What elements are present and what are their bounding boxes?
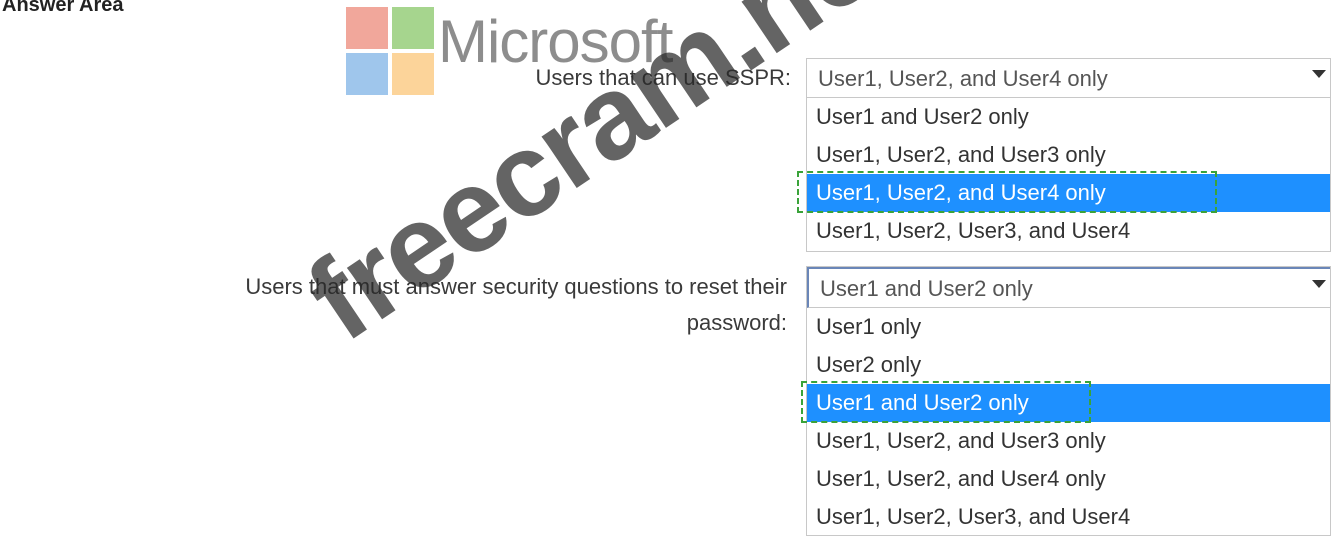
sspr-users-options: User1 and User2 only User1, User2, and U… (797, 98, 1330, 250)
dropdown-option[interactable]: User1, User2, and User4 only (807, 460, 1330, 498)
sspr-users-label: Users that can use SSPR: (535, 65, 791, 90)
security-questions-dropdown[interactable]: User1 and User2 only User1 only User2 on… (801, 266, 1331, 536)
dropdown-option[interactable]: User1, User2, and User3 only (807, 422, 1330, 460)
logo-green-square (392, 7, 434, 49)
dropdown-option[interactable]: User1, User2, User3, and User4 (807, 498, 1330, 536)
dropdown-option-highlighted[interactable]: User1, User2, and User4 only (797, 171, 1330, 213)
security-questions-label: Users that must answer security question… (245, 274, 787, 335)
answer-area-title: Answer Area (2, 0, 124, 16)
security-questions-options: User1 only User2 only User1 and User2 on… (801, 308, 1330, 536)
microsoft-logo-icon (346, 7, 434, 95)
dropdown-option-highlighted[interactable]: User1 and User2 only (801, 381, 1330, 423)
dropdown-option[interactable]: User1 and User2 only (807, 98, 1330, 136)
sspr-users-select[interactable]: User1, User2, and User4 only (807, 59, 1330, 98)
logo-blue-square (346, 53, 388, 95)
dropdown-option[interactable]: User1, User2, User3, and User4 (807, 212, 1330, 250)
dropdown-option[interactable]: User1, User2, and User3 only (807, 136, 1330, 174)
logo-red-square (346, 7, 388, 49)
sspr-users-selected-value: User1, User2, and User4 only (818, 66, 1108, 91)
dropdown-option[interactable]: User1 only (807, 308, 1330, 346)
chevron-down-icon[interactable] (1312, 280, 1326, 288)
sspr-users-dropdown[interactable]: User1, User2, and User4 only User1 and U… (797, 58, 1331, 252)
logo-yellow-square (392, 53, 434, 95)
dropdown-option[interactable]: User2 only (807, 346, 1330, 384)
security-questions-selected-value: User1 and User2 only (820, 276, 1033, 301)
security-questions-select[interactable]: User1 and User2 only (807, 267, 1330, 308)
chevron-down-icon[interactable] (1312, 70, 1326, 78)
